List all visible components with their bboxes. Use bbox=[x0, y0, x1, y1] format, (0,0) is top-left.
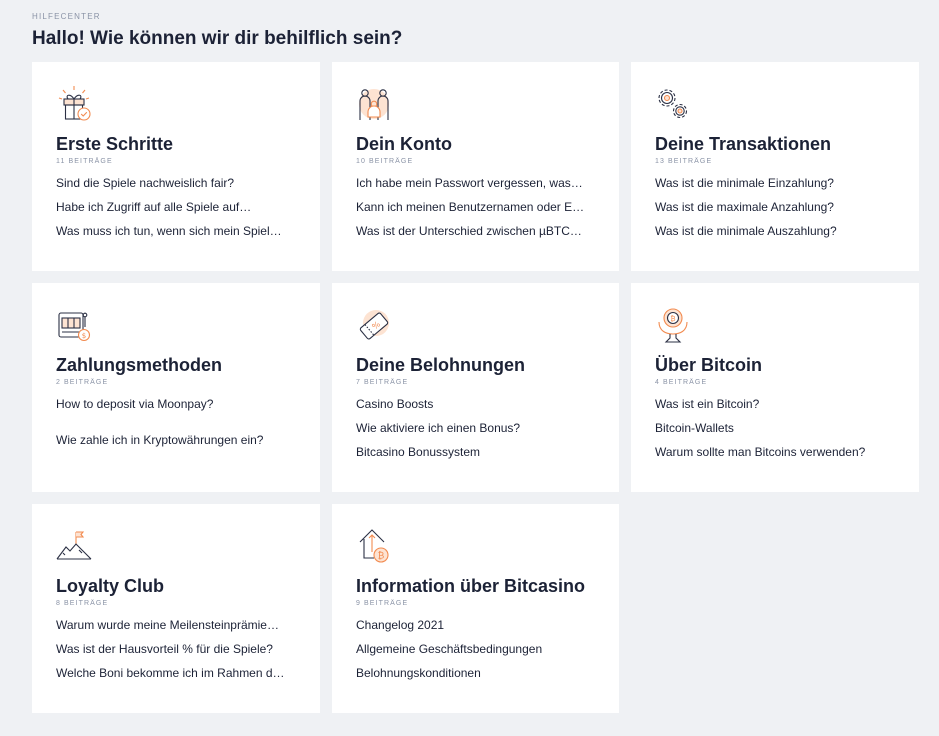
gears-icon bbox=[653, 84, 693, 124]
category-title: Information über Bitcasino bbox=[356, 576, 586, 596]
article-link[interactable]: Belohnungskonditionen bbox=[356, 661, 595, 685]
svg-text:₿: ₿ bbox=[378, 551, 385, 562]
article-count: 7 BEITRÄGE bbox=[356, 379, 409, 386]
account-people-icon bbox=[354, 84, 394, 124]
article-link[interactable]: Habe ich Zugriff auf alle Spiele auf… bbox=[56, 195, 296, 219]
category-card-deine-transaktionen[interactable]: Deine Transaktionen 13 BEITRÄGE Was ist … bbox=[631, 62, 919, 271]
article-link[interactable]: Changelog 2021 bbox=[356, 613, 595, 637]
category-card-loyalty-club[interactable]: Loyalty Club 8 BEITRÄGE Warum wurde mein… bbox=[32, 504, 320, 713]
article-link[interactable]: Allgemeine Geschäftsbedingungen bbox=[356, 637, 595, 661]
svg-text:$: $ bbox=[82, 332, 86, 340]
article-link[interactable]: Sind die Spiele nachweislich fair? bbox=[56, 171, 296, 195]
category-grid: Erste Schritte 11 BEITRÄGE Sind die Spie… bbox=[32, 62, 919, 713]
article-link[interactable]: Was ist der Unterschied zwischen µBTC… bbox=[356, 219, 595, 243]
category-card-zahlungsmethoden[interactable]: $ Zahlungsmethoden 2 BEITRÄGE How to dep… bbox=[32, 283, 320, 492]
category-card-dein-konto[interactable]: Dein Konto 10 BEITRÄGE Ich habe mein Pas… bbox=[332, 62, 619, 271]
article-link[interactable]: Bitcasino Bonussystem bbox=[356, 440, 595, 464]
article-link[interactable]: Was ist ein Bitcoin? bbox=[655, 392, 895, 416]
article-link[interactable]: Was muss ich tun, wenn sich mein Spiel… bbox=[56, 219, 296, 243]
category-title: Loyalty Club bbox=[56, 576, 165, 596]
article-list: Warum wurde meine Meilensteinprämie… Was… bbox=[56, 613, 296, 685]
article-link[interactable]: How to deposit via Moonpay? bbox=[56, 392, 296, 416]
article-count: 9 BEITRÄGE bbox=[356, 600, 409, 607]
bitcoin-trophy-icon: ₿ bbox=[653, 305, 693, 345]
article-link[interactable]: Wie aktiviere ich einen Bonus? bbox=[356, 416, 595, 440]
article-link[interactable]: Was ist die minimale Auszahlung? bbox=[655, 219, 895, 243]
article-link[interactable]: Wie zahle ich in Kryptowährungen ein? bbox=[56, 428, 296, 452]
category-title: Über Bitcoin bbox=[655, 355, 763, 375]
category-card-deine-belohnungen[interactable]: % Deine Belohnungen 7 BEITRÄGE Casino Bo… bbox=[332, 283, 619, 492]
category-title: Zahlungsmethoden bbox=[56, 355, 222, 375]
article-list: Changelog 2021 Allgemeine Geschäftsbedin… bbox=[356, 613, 595, 685]
article-count: 13 BEITRÄGE bbox=[655, 158, 713, 165]
article-link[interactable]: Ich habe mein Passwort vergessen, was… bbox=[356, 171, 595, 195]
article-list: Ich habe mein Passwort vergessen, was… K… bbox=[356, 171, 595, 243]
voucher-icon: % bbox=[354, 305, 394, 345]
article-count: 8 BEITRÄGE bbox=[56, 600, 109, 607]
article-link[interactable]: Casino Boosts bbox=[356, 392, 595, 416]
article-link[interactable]: Was ist der Hausvorteil % für die Spiele… bbox=[56, 637, 296, 661]
article-list: Was ist die minimale Einzahlung? Was ist… bbox=[655, 171, 895, 243]
category-card-information-bitcasino[interactable]: ₿ Information über Bitcasino 9 BEITRÄGE … bbox=[332, 504, 619, 713]
category-card-ueber-bitcoin[interactable]: ₿ Über Bitcoin 4 BEITRÄGE Was ist ein Bi… bbox=[631, 283, 919, 492]
article-count: 10 BEITRÄGE bbox=[356, 158, 414, 165]
article-link[interactable]: Was ist die minimale Einzahlung? bbox=[655, 171, 895, 195]
article-list: Sind die Spiele nachweislich fair? Habe … bbox=[56, 171, 296, 243]
category-card-erste-schritte[interactable]: Erste Schritte 11 BEITRÄGE Sind die Spie… bbox=[32, 62, 320, 271]
mountain-flag-icon bbox=[54, 526, 94, 566]
house-bitcoin-icon: ₿ bbox=[354, 526, 394, 566]
slot-machine-icon: $ bbox=[54, 305, 94, 345]
category-title: Dein Konto bbox=[356, 134, 452, 154]
article-list: Casino Boosts Wie aktiviere ich einen Bo… bbox=[356, 392, 595, 464]
article-link[interactable]: Welche Boni bekomme ich im Rahmen d… bbox=[56, 661, 296, 685]
page-title: Hallo! Wie können wir dir behilflich sei… bbox=[32, 28, 403, 49]
article-list: Was ist ein Bitcoin? Bitcoin-Wallets War… bbox=[655, 392, 895, 464]
article-count: 2 BEITRÄGE bbox=[56, 379, 109, 386]
article-count: 11 BEITRÄGE bbox=[56, 158, 113, 165]
article-link[interactable]: Kann ich meinen Benutzernamen oder E… bbox=[356, 195, 595, 219]
breadcrumb: HILFECENTER bbox=[32, 12, 101, 21]
article-list: How to deposit via Moonpay? Wie zahle ic… bbox=[56, 392, 296, 452]
article-link[interactable]: Warum wurde meine Meilensteinprämie… bbox=[56, 613, 296, 637]
article-count: 4 BEITRÄGE bbox=[655, 379, 708, 386]
svg-text:₿: ₿ bbox=[670, 315, 675, 323]
article-link[interactable]: Bitcoin-Wallets bbox=[655, 416, 895, 440]
category-title: Deine Belohnungen bbox=[356, 355, 526, 375]
help-center-page: HILFECENTER Hallo! Wie können wir dir be… bbox=[0, 0, 939, 736]
category-title: Deine Transaktionen bbox=[655, 134, 832, 154]
category-title: Erste Schritte bbox=[56, 134, 174, 154]
article-link[interactable]: Was ist die maximale Anzahlung? bbox=[655, 195, 895, 219]
article-link[interactable]: Warum sollte man Bitcoins verwenden? bbox=[655, 440, 895, 464]
gift-icon bbox=[54, 84, 94, 124]
